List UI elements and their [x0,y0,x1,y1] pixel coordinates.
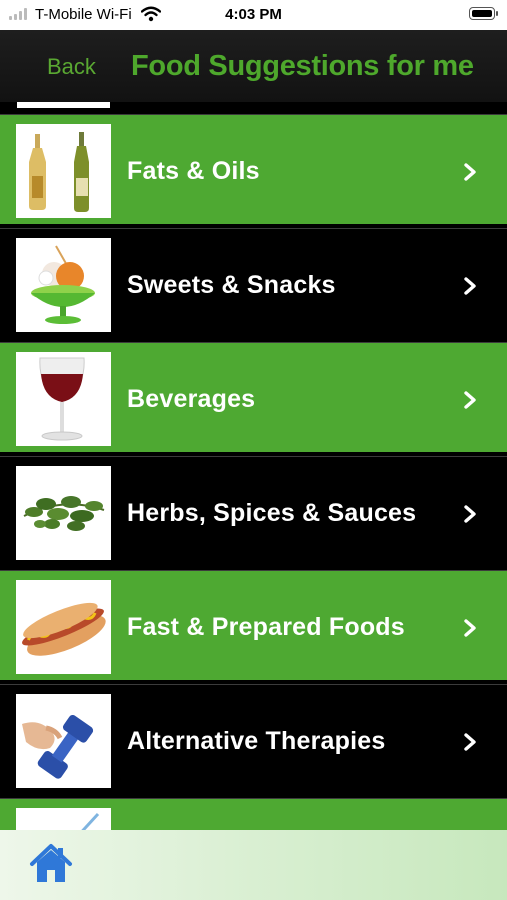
oil-bottles-image [16,124,111,218]
category-row-herbs-spices-sauces[interactable]: Herbs, Spices & Sauces [0,456,507,566]
status-time: 4:03 PM [225,6,282,23]
wine-glass-image [16,352,111,446]
category-list[interactable]: Fats & Oils Sweets & Snacks Beverages He… [0,102,507,830]
category-label: Herbs, Spices & Sauces [127,499,417,527]
battery-icon [469,7,498,20]
category-row-beverages[interactable]: Beverages [0,342,507,452]
category-row-fast-prepared-foods[interactable]: Fast & Prepared Foods [0,570,507,680]
status-bar: T-Mobile Wi-Fi 4:03 PM [0,0,507,30]
category-label: Sweets & Snacks [127,271,336,299]
dumbbell-image [16,694,111,788]
category-label: Alternative Therapies [127,727,386,755]
category-row-sweets-snacks[interactable]: Sweets & Snacks [0,228,507,338]
back-button[interactable]: Back [47,54,96,80]
navigation-bar: Back Food Suggestions for me [0,30,507,102]
category-label: Fats & Oils [127,157,260,185]
chevron-right-icon [464,733,476,751]
chevron-right-icon [464,277,476,295]
previous-row-thumbnail [17,102,110,108]
home-icon[interactable] [29,842,73,886]
page-title: Food Suggestions for me [131,50,474,82]
category-row-alternative-therapies[interactable]: Alternative Therapies [0,684,507,794]
hot-dog-image [16,580,111,674]
category-label: Beverages [127,385,256,413]
chevron-right-icon [464,505,476,523]
chevron-right-icon [464,391,476,409]
chevron-right-icon [464,163,476,181]
chevron-right-icon [464,619,476,637]
dessert-cup-image [16,238,111,332]
tab-bar [0,830,507,900]
category-row-partial[interactable] [0,798,507,830]
category-row-fats-oils[interactable]: Fats & Oils [0,114,507,224]
partial-row-image [16,808,111,830]
herbs-image [16,466,111,560]
category-label: Fast & Prepared Foods [127,613,405,641]
